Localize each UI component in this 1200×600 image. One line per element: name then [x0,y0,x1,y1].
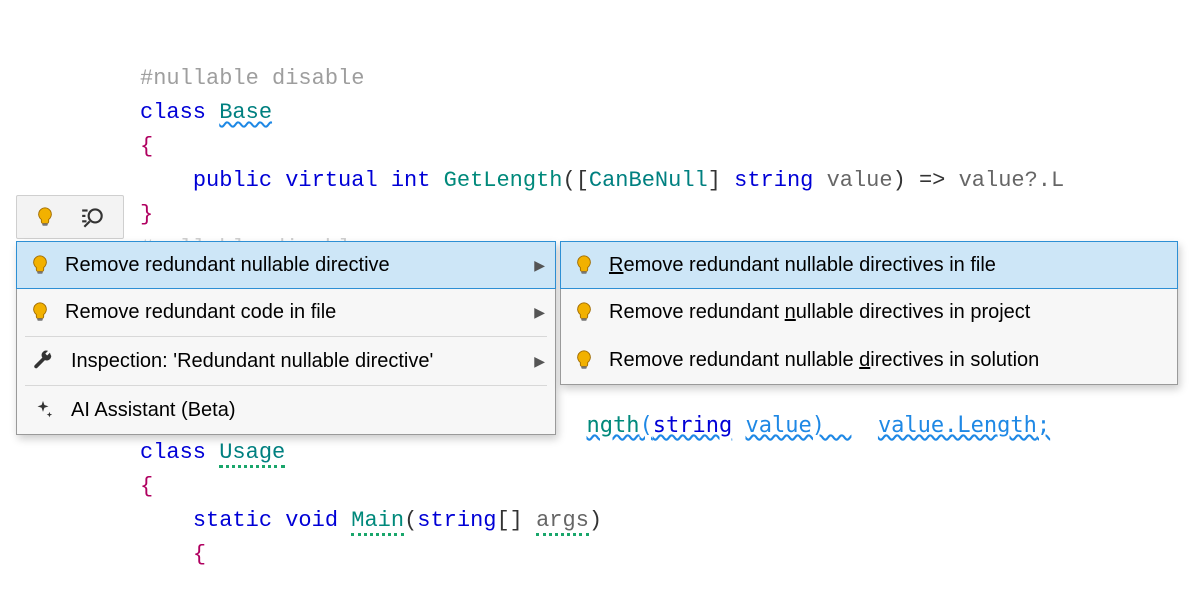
paren: ( [563,168,576,193]
menu-item-label: Inspection: 'Redundant nullable directiv… [71,350,520,373]
param: args [536,508,589,536]
bracket: [] [496,508,522,533]
menu-item-label: Remove redundant nullable directives in … [609,301,1167,324]
gutter-action-widget[interactable] [16,195,124,239]
method-name: GetLength [444,168,563,193]
submenu-item-in-solution[interactable]: Remove redundant nullable directives in … [561,336,1177,384]
quickfix-item-ai-assistant[interactable]: AI Assistant (Beta) [17,386,555,434]
method-name: Main [351,508,404,536]
paren: ( [404,508,417,533]
submenu-arrow-icon: ▶ [534,257,545,274]
menu-item-label: Remove redundant nullable directives in … [609,349,1167,372]
keyword: virtual [285,168,377,193]
menu-item-label: Remove redundant nullable directive [65,254,520,277]
submenu-arrow-icon: ▶ [534,353,545,370]
class-name: Base [219,100,272,125]
keyword: string [417,508,496,533]
quickfix-item-remove-directive[interactable]: Remove redundant nullable directive ▶ [16,241,556,289]
attribute: CanBeNull [589,168,708,193]
expr: value?.L [959,168,1065,193]
paren: ) [589,508,602,533]
keyword: static [193,508,272,533]
quickfix-popup[interactable]: Remove redundant nullable directive ▶ Re… [16,241,556,435]
bulb-icon[interactable] [34,206,56,228]
class-name: Usage [219,440,285,468]
submenu-item-in-project[interactable]: Remove redundant nullable directives in … [561,288,1177,336]
bulb-icon [573,254,595,276]
brace: { [193,542,206,567]
quickfix-item-inspection[interactable]: Inspection: 'Redundant nullable directiv… [17,337,555,385]
submenu-item-in-file[interactable]: Remove redundant nullable directives in … [560,241,1178,289]
quickfix-submenu[interactable]: Remove redundant nullable directives in … [560,241,1178,385]
keyword: void [285,508,338,533]
brace: { [140,474,153,499]
menu-item-label: AI Assistant (Beta) [71,399,545,422]
keyword: public [193,168,272,193]
background-code-peek: ngth(string value) value.Length; [560,388,1050,438]
bulb-icon [573,301,595,323]
bracket: ] [708,168,721,193]
menu-item-label: Remove redundant code in file [65,301,520,324]
inspect-icon[interactable] [79,204,107,230]
bulb-icon [573,349,595,371]
brace: { [140,134,153,159]
submenu-arrow-icon: ▶ [534,304,545,321]
wrench-icon [29,350,57,372]
keyword: int [391,168,431,193]
paren: ) [893,168,906,193]
keyword: class [140,440,206,465]
bulb-icon [29,254,51,276]
menu-item-label: Remove redundant nullable directives in … [609,254,1167,277]
arrow: => [919,168,945,193]
directive: #nullable disable [140,66,364,91]
keyword: string [734,168,813,193]
bracket: [ [576,168,589,193]
sparkle-icon [29,399,57,421]
keyword: class [140,100,206,125]
brace: } [140,202,153,227]
bulb-icon [29,301,51,323]
quickfix-item-remove-in-file[interactable]: Remove redundant code in file ▶ [17,288,555,336]
param: value [827,168,893,193]
